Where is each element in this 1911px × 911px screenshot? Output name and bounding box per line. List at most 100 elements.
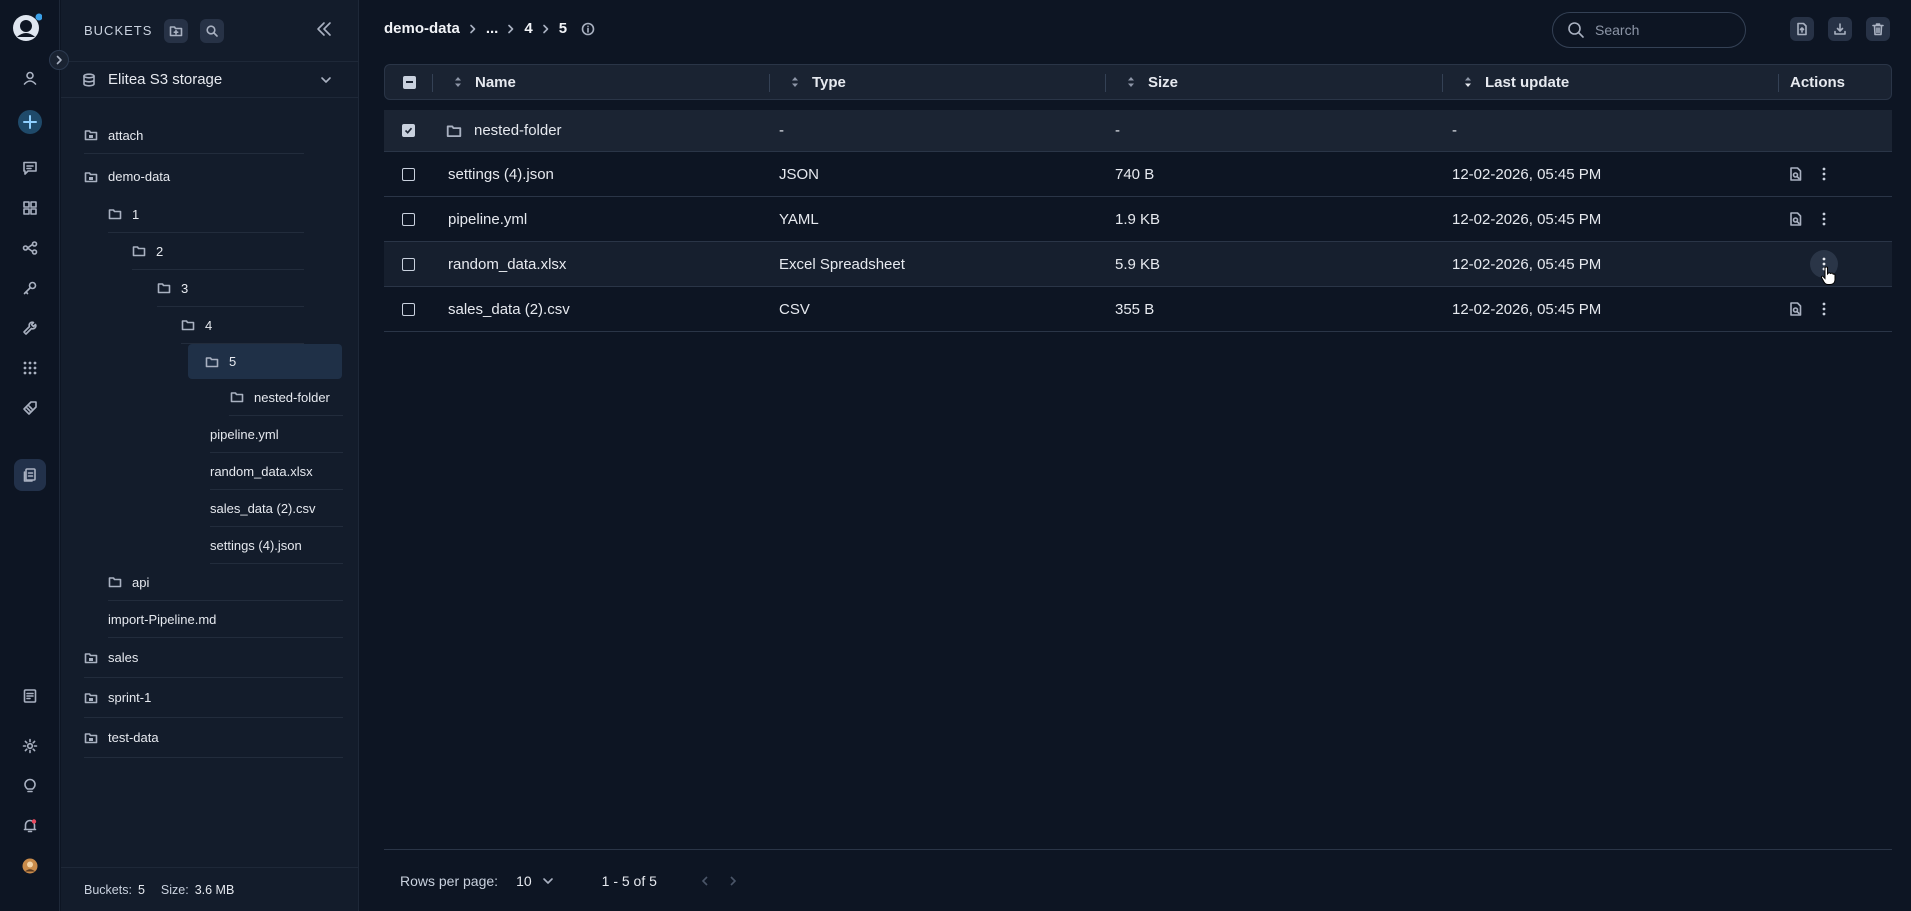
table-row[interactable]: sales_data (2).csv CSV 355 B 12-02-2026,…	[384, 287, 1892, 332]
collapse-sidebar-icon[interactable]	[315, 20, 333, 38]
cursor-hand-icon	[1820, 266, 1836, 286]
file-type: JSON	[779, 165, 820, 183]
table-row[interactable]: random_data.xlsx Excel Spreadsheet 5.9 K…	[384, 242, 1892, 287]
bucket-folder-icon	[84, 692, 98, 703]
sort-size-header[interactable]: Size	[1126, 65, 1178, 99]
app-logo-icon[interactable]	[10, 12, 42, 44]
select-all-checkbox[interactable]	[403, 65, 416, 99]
lightbulb-icon[interactable]	[14, 770, 46, 802]
tree-item-label: attach	[108, 127, 144, 143]
row-checkbox[interactable]	[402, 197, 415, 241]
settings-gear-icon[interactable]	[14, 730, 46, 762]
tree-folder-2[interactable]: 2	[132, 233, 304, 270]
column-header-label: Size	[1148, 73, 1179, 91]
toolkits-icon[interactable]	[14, 312, 46, 344]
breadcrumb-item[interactable]: demo-data	[384, 20, 460, 37]
tree-file-random-data[interactable]: random_data.xlsx	[210, 453, 343, 490]
row-checkbox[interactable]	[402, 152, 415, 196]
next-page-icon[interactable]	[727, 875, 739, 887]
credentials-icon[interactable]	[14, 272, 46, 304]
chevron-right-icon	[468, 24, 478, 34]
table-row[interactable]: settings (4).json JSON 740 B 12-02-2026,…	[384, 152, 1892, 197]
more-actions-icon[interactable]	[1810, 295, 1838, 323]
tree-bucket-demo-data[interactable]: demo-data	[84, 158, 304, 195]
tree-folder-api[interactable]: api	[108, 564, 343, 601]
table-header: Name Type Size Last update Actions	[384, 64, 1892, 100]
download-button[interactable]	[1828, 17, 1852, 41]
file-size: 1.9 KB	[1115, 210, 1161, 228]
storage-selector[interactable]: Elitea S3 storage	[61, 62, 359, 98]
row-checkbox[interactable]	[402, 242, 415, 286]
upload-file-button[interactable]	[1790, 17, 1814, 41]
file-name[interactable]: settings (4).json	[448, 152, 554, 196]
rows-per-page-select[interactable]: 10	[516, 873, 554, 889]
row-checkbox[interactable]	[402, 110, 415, 151]
tree-bucket-sales[interactable]: sales	[84, 638, 343, 678]
preview-file-icon[interactable]	[1788, 197, 1804, 241]
tree-folder-3[interactable]: 3	[157, 270, 304, 307]
tree-item-label: 4	[205, 317, 213, 333]
sort-updated-header[interactable]: Last update	[1463, 65, 1569, 99]
sort-type-header[interactable]: Type	[790, 65, 846, 99]
rows-per-page-label: Rows per page:	[400, 872, 499, 889]
tree-file-pipeline[interactable]: pipeline.yml	[210, 416, 343, 453]
file-updated: -	[1452, 122, 1457, 139]
create-new-button[interactable]	[14, 106, 46, 138]
breadcrumb-item[interactable]: ...	[486, 20, 499, 37]
breadcrumb-item: 5	[558, 20, 568, 37]
avatar[interactable]	[14, 850, 46, 882]
tag-icon[interactable]	[14, 392, 46, 424]
file-type: -	[779, 122, 784, 139]
table-row[interactable]: nested-folder - - -	[384, 110, 1892, 152]
grid-apps-icon[interactable]	[14, 192, 46, 224]
sort-name-header[interactable]: Name	[453, 65, 516, 99]
preview-file-icon[interactable]	[1788, 287, 1804, 331]
breadcrumb-item[interactable]: 4	[524, 20, 532, 37]
artifacts-icon[interactable]	[14, 459, 46, 491]
file-type: CSV	[779, 300, 810, 318]
file-name[interactable]: pipeline.yml	[448, 197, 527, 241]
pipelines-icon[interactable]	[14, 232, 46, 264]
info-icon[interactable]	[581, 22, 595, 36]
buckets-count-label: Buckets:	[84, 882, 132, 897]
notifications-bell-icon[interactable]	[14, 810, 46, 842]
search-buckets-button[interactable]	[200, 18, 225, 43]
tree-file-import-pipeline[interactable]: import-Pipeline.md	[108, 601, 343, 638]
tree-item-label: test-data	[108, 730, 159, 745]
sort-icon	[455, 77, 461, 87]
tree-folder-nested-folder[interactable]: nested-folder	[229, 379, 343, 416]
files-table: Name Type Size Last update Actions neste…	[384, 64, 1892, 332]
tree-folder-5[interactable]: 5	[188, 344, 342, 379]
row-checkbox[interactable]	[402, 287, 415, 331]
rows-per-page-value: 10	[516, 872, 532, 889]
sidebar-header: BUCKETS	[61, 0, 359, 62]
tree-folder-4[interactable]: 4	[181, 307, 304, 344]
file-updated: 12-02-2026, 05:45 PM	[1452, 255, 1602, 273]
apps-dots-icon[interactable]	[14, 352, 46, 384]
tree-file-sales-data[interactable]: sales_data (2).csv	[210, 490, 343, 527]
search-input[interactable]	[1595, 22, 1725, 38]
column-header-label: Last update	[1485, 73, 1570, 91]
previous-page-icon[interactable]	[699, 875, 711, 887]
tree-item-label: import-Pipeline.md	[108, 611, 217, 627]
more-actions-icon[interactable]	[1810, 205, 1838, 233]
tree-bucket-test-data[interactable]: test-data	[84, 718, 343, 758]
folder-icon	[205, 356, 219, 367]
table-row[interactable]: pipeline.yml YAML 1.9 KB 12-02-2026, 05:…	[384, 197, 1892, 242]
more-actions-icon[interactable]	[1810, 160, 1838, 188]
tree-folder-1[interactable]: 1	[108, 196, 304, 233]
expand-sidebar-button[interactable]	[49, 50, 69, 70]
docs-icon[interactable]	[14, 680, 46, 712]
file-name[interactable]: sales_data (2).csv	[448, 287, 570, 331]
preview-file-icon[interactable]	[1788, 152, 1804, 196]
tree-bucket-attach[interactable]: attach	[84, 117, 304, 154]
folder-icon	[132, 246, 146, 257]
tree-file-settings[interactable]: settings (4).json	[210, 527, 343, 564]
file-name[interactable]: random_data.xlsx	[448, 242, 566, 286]
user-icon[interactable]	[14, 62, 46, 94]
add-bucket-button[interactable]	[164, 18, 189, 43]
chat-icon[interactable]	[14, 152, 46, 184]
file-name[interactable]: nested-folder	[474, 110, 562, 151]
delete-button[interactable]	[1866, 17, 1890, 41]
tree-bucket-sprint-1[interactable]: sprint-1	[84, 678, 343, 718]
